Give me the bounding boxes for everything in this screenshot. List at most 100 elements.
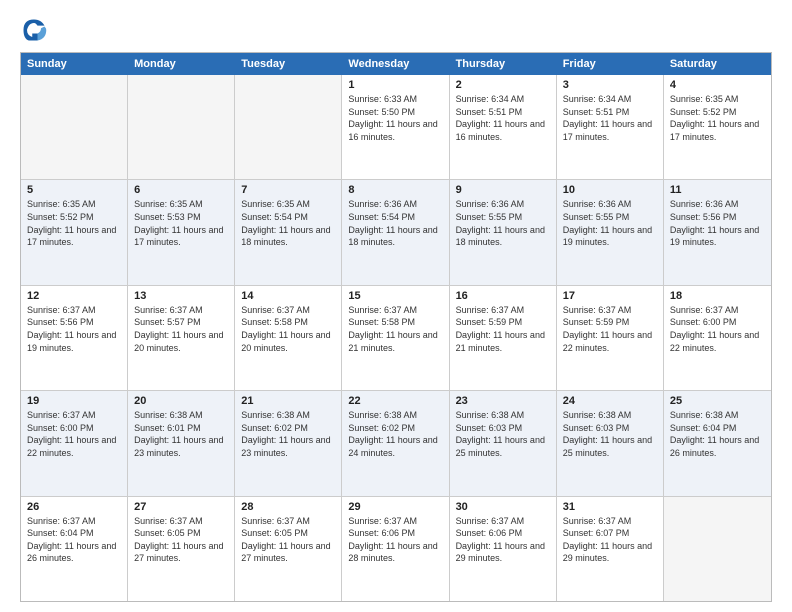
day-number: 11 bbox=[670, 184, 765, 196]
day-cell-23: 23Sunrise: 6:38 AM Sunset: 6:03 PM Dayli… bbox=[450, 391, 557, 495]
day-header-sunday: Sunday bbox=[21, 53, 128, 75]
day-cell-21: 21 Sunrise: 6:38 AM Sunset: 6:02 PM Dayli… bbox=[235, 391, 342, 495]
day-info: Sunrise: 6:37 AM Sunset: 6:07 PM Dayligh… bbox=[563, 515, 657, 565]
day-number: 29 bbox=[348, 501, 442, 513]
day-number: 30 bbox=[456, 501, 550, 513]
calendar: SundayMondayTuesdayWednesdayThursdayFrid… bbox=[20, 52, 772, 602]
day-cell-11: 11 Sunrise: 6:36 AM Sunset: 5:56 PM Dayli… bbox=[664, 180, 771, 284]
day-cell-22: 22Sunrise: 6:38 AM Sunset: 6:02 PM Dayli… bbox=[342, 391, 449, 495]
calendar-row-5: 26 Sunrise: 6:37 AM Sunset: 6:04 PM Dayli… bbox=[21, 497, 771, 601]
day-info: Sunrise: 6:37 AM Sunset: 6:05 PM Dayligh… bbox=[241, 515, 335, 565]
day-number: 31 bbox=[563, 501, 657, 513]
empty-cell bbox=[235, 75, 342, 179]
day-info: Sunrise: 6:35 AM Sunset: 5:52 PM Dayligh… bbox=[27, 198, 121, 248]
day-number: 7 bbox=[241, 184, 335, 196]
day-number: 15 bbox=[348, 290, 442, 302]
day-info: Sunrise: 6:38 AM Sunset: 6:01 PM Dayligh… bbox=[134, 409, 228, 459]
day-cell-10: 10 Sunrise: 6:36 AM Sunset: 5:55 PM Dayli… bbox=[557, 180, 664, 284]
day-cell-5: 5 Sunrise: 6:35 AM Sunset: 5:52 PM Daylig… bbox=[21, 180, 128, 284]
day-info: Sunrise: 6:37 AM Sunset: 6:06 PM Dayligh… bbox=[348, 515, 442, 565]
logo bbox=[20, 16, 52, 44]
day-cell-29: 29 Sunrise: 6:37 AM Sunset: 6:06 PM Dayli… bbox=[342, 497, 449, 601]
day-number: 24 bbox=[563, 395, 657, 407]
day-number: 16 bbox=[456, 290, 550, 302]
day-number: 2 bbox=[456, 79, 550, 91]
calendar-row-3: 12 Sunrise: 6:37 AM Sunset: 5:56 PM Dayli… bbox=[21, 286, 771, 391]
day-number: 3 bbox=[563, 79, 657, 91]
day-info: Sunrise: 6:36 AM Sunset: 5:54 PM Dayligh… bbox=[348, 198, 442, 248]
page: SundayMondayTuesdayWednesdayThursdayFrid… bbox=[0, 0, 792, 612]
day-cell-25: 25 Sunrise: 6:38 AM Sunset: 6:04 PM Dayli… bbox=[664, 391, 771, 495]
day-number: 21 bbox=[241, 395, 335, 407]
day-info: Sunrise: 6:34 AM Sunset: 5:51 PM Dayligh… bbox=[563, 93, 657, 143]
day-info: Sunrise: 6:37 AM Sunset: 5:58 PM Dayligh… bbox=[348, 304, 442, 354]
day-info: Sunrise: 6:37 AM Sunset: 5:59 PM Dayligh… bbox=[456, 304, 550, 354]
day-cell-1: 1 Sunrise: 6:33 AM Sunset: 5:50 PM Daylig… bbox=[342, 75, 449, 179]
day-number: 5 bbox=[27, 184, 121, 196]
day-number: 22 bbox=[348, 395, 442, 407]
day-number: 9 bbox=[456, 184, 550, 196]
day-cell-19: 19 Sunrise: 6:37 AM Sunset: 6:00 PM Dayli… bbox=[21, 391, 128, 495]
day-cell-2: 2 Sunrise: 6:34 AM Sunset: 5:51 PM Daylig… bbox=[450, 75, 557, 179]
day-info: Sunrise: 6:37 AM Sunset: 5:56 PM Dayligh… bbox=[27, 304, 121, 354]
day-cell-3: 3 Sunrise: 6:34 AM Sunset: 5:51 PM Daylig… bbox=[557, 75, 664, 179]
day-number: 4 bbox=[670, 79, 765, 91]
day-cell-4: 4 Sunrise: 6:35 AM Sunset: 5:52 PM Daylig… bbox=[664, 75, 771, 179]
day-info: Sunrise: 6:36 AM Sunset: 5:55 PM Dayligh… bbox=[563, 198, 657, 248]
day-header-friday: Friday bbox=[557, 53, 664, 75]
day-number: 25 bbox=[670, 395, 765, 407]
day-cell-14: 14Sunrise: 6:37 AM Sunset: 5:58 PM Dayli… bbox=[235, 286, 342, 390]
day-info: Sunrise: 6:38 AM Sunset: 6:03 PM Dayligh… bbox=[563, 409, 657, 459]
day-cell-16: 16 Sunrise: 6:37 AM Sunset: 5:59 PM Dayli… bbox=[450, 286, 557, 390]
day-cell-28: 28 Sunrise: 6:37 AM Sunset: 6:05 PM Dayli… bbox=[235, 497, 342, 601]
day-info: Sunrise: 6:35 AM Sunset: 5:53 PM Dayligh… bbox=[134, 198, 228, 248]
calendar-row-1: 1 Sunrise: 6:33 AM Sunset: 5:50 PM Daylig… bbox=[21, 75, 771, 180]
day-header-saturday: Saturday bbox=[664, 53, 771, 75]
day-number: 10 bbox=[563, 184, 657, 196]
day-number: 18 bbox=[670, 290, 765, 302]
day-number: 23 bbox=[456, 395, 550, 407]
calendar-row-2: 5 Sunrise: 6:35 AM Sunset: 5:52 PM Daylig… bbox=[21, 180, 771, 285]
day-info: Sunrise: 6:37 AM Sunset: 6:06 PM Dayligh… bbox=[456, 515, 550, 565]
day-header-monday: Monday bbox=[128, 53, 235, 75]
day-info: Sunrise: 6:38 AM Sunset: 6:04 PM Dayligh… bbox=[670, 409, 765, 459]
day-info: Sunrise: 6:34 AM Sunset: 5:51 PM Dayligh… bbox=[456, 93, 550, 143]
day-number: 27 bbox=[134, 501, 228, 513]
day-number: 17 bbox=[563, 290, 657, 302]
header bbox=[20, 16, 772, 44]
day-number: 28 bbox=[241, 501, 335, 513]
day-info: Sunrise: 6:38 AM Sunset: 6:02 PM Dayligh… bbox=[241, 409, 335, 459]
day-info: Sunrise: 6:36 AM Sunset: 5:56 PM Dayligh… bbox=[670, 198, 765, 248]
day-info: Sunrise: 6:37 AM Sunset: 5:58 PM Dayligh… bbox=[241, 304, 335, 354]
day-cell-9: 9 Sunrise: 6:36 AM Sunset: 5:55 PM Daylig… bbox=[450, 180, 557, 284]
logo-icon bbox=[20, 16, 48, 44]
day-number: 19 bbox=[27, 395, 121, 407]
empty-cell bbox=[664, 497, 771, 601]
day-number: 1 bbox=[348, 79, 442, 91]
day-info: Sunrise: 6:36 AM Sunset: 5:55 PM Dayligh… bbox=[456, 198, 550, 248]
day-cell-7: 7Sunrise: 6:35 AM Sunset: 5:54 PM Daylig… bbox=[235, 180, 342, 284]
day-info: Sunrise: 6:35 AM Sunset: 5:52 PM Dayligh… bbox=[670, 93, 765, 143]
day-cell-30: 30 Sunrise: 6:37 AM Sunset: 6:06 PM Dayli… bbox=[450, 497, 557, 601]
day-number: 20 bbox=[134, 395, 228, 407]
calendar-row-4: 19 Sunrise: 6:37 AM Sunset: 6:00 PM Dayli… bbox=[21, 391, 771, 496]
day-cell-20: 20 Sunrise: 6:38 AM Sunset: 6:01 PM Dayli… bbox=[128, 391, 235, 495]
day-cell-31: 31 Sunrise: 6:37 AM Sunset: 6:07 PM Dayli… bbox=[557, 497, 664, 601]
day-cell-6: 6Sunrise: 6:35 AM Sunset: 5:53 PM Daylig… bbox=[128, 180, 235, 284]
day-header-thursday: Thursday bbox=[450, 53, 557, 75]
day-header-wednesday: Wednesday bbox=[342, 53, 449, 75]
day-header-tuesday: Tuesday bbox=[235, 53, 342, 75]
day-info: Sunrise: 6:37 AM Sunset: 6:00 PM Dayligh… bbox=[27, 409, 121, 459]
day-cell-17: 17 Sunrise: 6:37 AM Sunset: 5:59 PM Dayli… bbox=[557, 286, 664, 390]
day-info: Sunrise: 6:37 AM Sunset: 5:59 PM Dayligh… bbox=[563, 304, 657, 354]
empty-cell bbox=[21, 75, 128, 179]
day-cell-27: 27 Sunrise: 6:37 AM Sunset: 6:05 PM Dayli… bbox=[128, 497, 235, 601]
day-info: Sunrise: 6:37 AM Sunset: 5:57 PM Dayligh… bbox=[134, 304, 228, 354]
day-info: Sunrise: 6:37 AM Sunset: 6:05 PM Dayligh… bbox=[134, 515, 228, 565]
day-number: 12 bbox=[27, 290, 121, 302]
day-info: Sunrise: 6:37 AM Sunset: 6:00 PM Dayligh… bbox=[670, 304, 765, 354]
day-info: Sunrise: 6:37 AM Sunset: 6:04 PM Dayligh… bbox=[27, 515, 121, 565]
day-info: Sunrise: 6:33 AM Sunset: 5:50 PM Dayligh… bbox=[348, 93, 442, 143]
day-cell-8: 8Sunrise: 6:36 AM Sunset: 5:54 PM Daylig… bbox=[342, 180, 449, 284]
day-number: 26 bbox=[27, 501, 121, 513]
